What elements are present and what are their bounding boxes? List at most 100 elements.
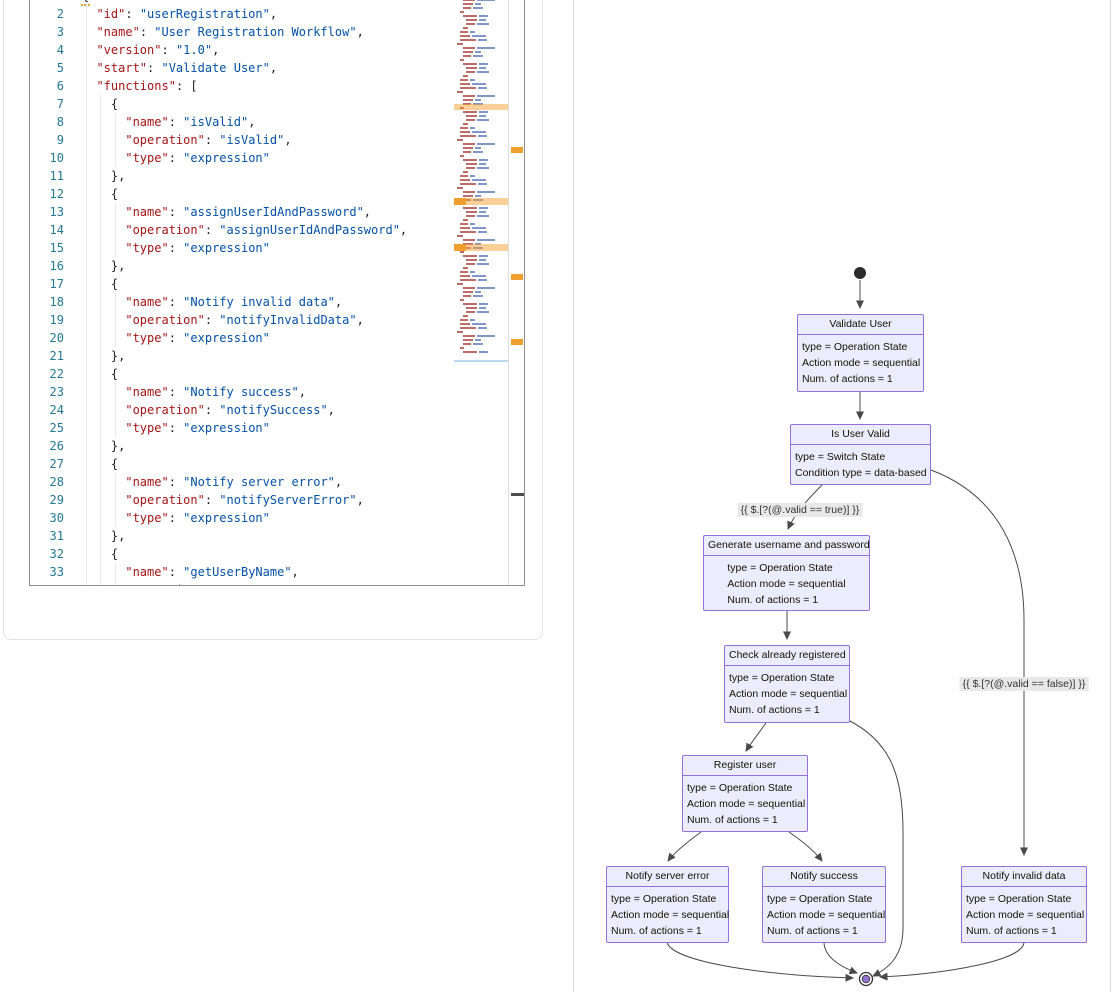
- code-line: "id": "userRegistration",: [82, 5, 407, 23]
- line-number: 25: [30, 419, 64, 437]
- code-line: },: [82, 257, 407, 275]
- state-node-body: type = Operation StateAction mode = sequ…: [723, 560, 849, 608]
- code-line: "name": "isValid",: [82, 113, 407, 131]
- code-line: "type": "expression": [82, 509, 407, 527]
- line-number: 22: [30, 365, 64, 383]
- state-node-body: type = Switch StateCondition type = data…: [791, 449, 931, 481]
- state-node-notify-server-error: Notify server errortype = Operation Stat…: [606, 866, 729, 943]
- state-node-is-user-valid: Is User Valid type = Switch StateConditio…: [790, 424, 931, 485]
- line-number: 14: [30, 221, 64, 239]
- code-line: "operation": "assignUserIdAndPassword",: [82, 221, 407, 239]
- code-line: "version": "1.0",: [82, 41, 407, 59]
- line-number: 17: [30, 275, 64, 293]
- line-number: 7: [30, 95, 64, 113]
- line-number: 3: [30, 23, 64, 41]
- line-number: 30: [30, 509, 64, 527]
- code-line: "name": "Notify success",: [82, 383, 407, 401]
- code-line: "name": "Notify invalid data",: [82, 293, 407, 311]
- editor-gutter: 1234567891011121314151617181920212223242…: [30, 0, 72, 586]
- line-number: 11: [30, 167, 64, 185]
- condition-false-label: {{ $.[?(@.valid == false)] }}: [960, 677, 1089, 691]
- code-line: },: [82, 437, 407, 455]
- code-line: "name": "User Registration Workflow",: [82, 23, 407, 41]
- code-line: "operation": "getUserByName",: [82, 581, 407, 586]
- code-line: "operation": "notifyServerError",: [82, 491, 407, 509]
- line-number: 9: [30, 131, 64, 149]
- line-number: 6: [30, 77, 64, 95]
- code-line: "operation": "isValid",: [82, 131, 407, 149]
- line-number: 10: [30, 149, 64, 167]
- code-line: },: [82, 167, 407, 185]
- code-editor[interactable]: 1234567891011121314151617181920212223242…: [29, 0, 525, 586]
- state-node-register-user: Register usertype = Operation StateActio…: [682, 755, 808, 832]
- state-node-notify-success: Notify success type = Operation StateActi…: [762, 866, 886, 943]
- minimap-highlight: [454, 104, 509, 110]
- line-number: 20: [30, 329, 64, 347]
- state-node-notify-invalid-data: Notify invalid data type = Operation Stat…: [961, 866, 1087, 943]
- code-line: "name": "getUserByName",: [82, 563, 407, 581]
- line-number: 15: [30, 239, 64, 257]
- code-line: "type": "expression": [82, 329, 407, 347]
- state-node-body: type = Operation StateAction mode = sequ…: [962, 891, 1088, 939]
- code-line: "type": "expression": [82, 149, 407, 167]
- overview-ruler-marker: [511, 339, 523, 345]
- line-number: 23: [30, 383, 64, 401]
- line-number: 12: [30, 185, 64, 203]
- state-node-title: Notify success: [763, 867, 885, 887]
- state-node-validate-user: Validate User type = Operation StateActio…: [797, 314, 924, 392]
- condition-true-label: {{ $.[?(@.valid == true)] }}: [738, 503, 863, 517]
- code-line: },: [82, 347, 407, 365]
- line-number: 18: [30, 293, 64, 311]
- line-number: 28: [30, 473, 64, 491]
- line-number: 27: [30, 455, 64, 473]
- line-number: 2: [30, 5, 64, 23]
- workflow-editor-page: 1234567891011121314151617181920212223242…: [0, 0, 1115, 992]
- line-number: 13: [30, 203, 64, 221]
- code-line: "type": "expression": [82, 419, 407, 437]
- code-line: "operation": "notifyInvalidData",: [82, 311, 407, 329]
- code-line: {: [82, 455, 407, 473]
- line-number: 31: [30, 527, 64, 545]
- code-line: "name": "Notify server error",: [82, 473, 407, 491]
- state-node-body: type = Operation StateAction mode = sequ…: [763, 891, 889, 939]
- state-node-title: Validate User: [798, 315, 923, 335]
- overview-ruler-marker: [511, 147, 523, 153]
- code-line: {: [82, 365, 407, 383]
- code-line: "name": "assignUserIdAndPassword",: [82, 203, 407, 221]
- state-node-body: type = Operation StateAction mode = sequ…: [798, 339, 924, 387]
- json-code-card: 1234567891011121314151617181920212223242…: [3, 0, 543, 640]
- code-line: "start": "Validate User",: [82, 59, 407, 77]
- line-number: 8: [30, 113, 64, 131]
- minimap[interactable]: [454, 0, 509, 586]
- line-number: 4: [30, 41, 64, 59]
- code-line: {: [82, 275, 407, 293]
- state-node-body: type = Operation StateAction mode = sequ…: [607, 891, 733, 939]
- line-number: 32: [30, 545, 64, 563]
- state-node-title: Generate username and password: [704, 536, 869, 556]
- code-line: {: [82, 185, 407, 203]
- code-line: {: [82, 545, 407, 563]
- line-number: 33: [30, 563, 64, 581]
- state-node-check-already-registered: Check already registered type = Operation…: [724, 645, 850, 723]
- code-line: },: [82, 527, 407, 545]
- state-node-generate-username-and-password: Generate username and password type = Ope…: [703, 535, 870, 611]
- scrollbar-mark[interactable]: [511, 493, 524, 496]
- code-lines[interactable]: { "id": "userRegistration", "name": "Use…: [82, 0, 407, 586]
- state-node-title: Notify invalid data: [962, 867, 1086, 887]
- state-node-body: type = Operation StateAction mode = sequ…: [683, 780, 809, 828]
- line-number: 5: [30, 59, 64, 77]
- code-line: {: [82, 95, 407, 113]
- code-line: "type": "expression": [82, 239, 407, 257]
- state-node-body: type = Operation StateAction mode = sequ…: [725, 670, 851, 718]
- code-line: "functions": [: [82, 77, 407, 95]
- workflow-diagram-panel: [573, 0, 1111, 992]
- code-line: "operation": "notifySuccess",: [82, 401, 407, 419]
- state-node-title: Is User Valid: [791, 425, 930, 445]
- line-number: 21: [30, 347, 64, 365]
- overview-ruler-scrollbar[interactable]: [508, 0, 524, 586]
- overview-ruler-marker: [511, 274, 523, 280]
- line-number: 26: [30, 437, 64, 455]
- line-number: 34: [30, 581, 64, 586]
- line-number: 19: [30, 311, 64, 329]
- state-node-title: Check already registered: [725, 646, 849, 666]
